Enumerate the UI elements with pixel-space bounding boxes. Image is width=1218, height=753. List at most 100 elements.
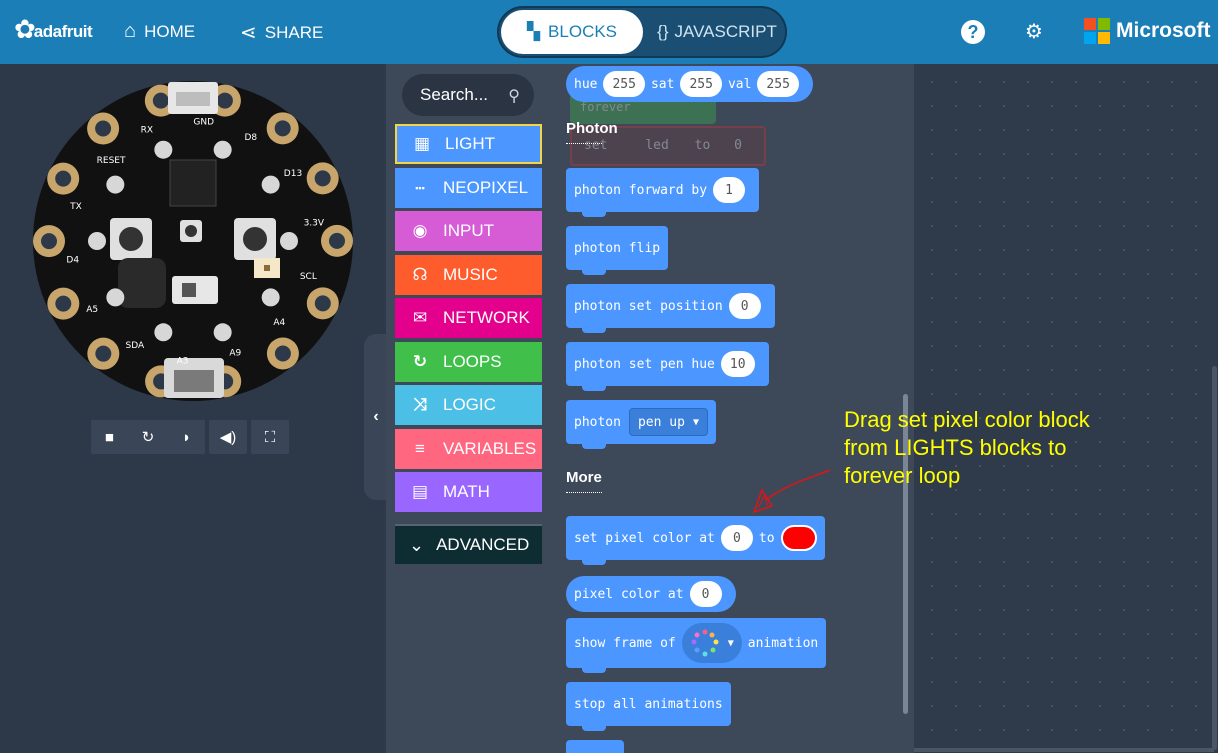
chat-icon: ✉ [412, 308, 428, 327]
toolbox-category-label: MUSIC [443, 264, 498, 284]
tutorial-annotation: Drag set pixel color block from LIGHTS b… [844, 406, 1144, 490]
toolbox-category-label: MATH [443, 482, 490, 501]
hsv-block[interactable]: hue 255 sat 255 val 255 [566, 66, 813, 102]
toolbox-category-neopixel[interactable]: ▪▪▪ NEOPIXEL [395, 167, 542, 208]
toolbox-advanced[interactable]: ⌄ ADVANCED [395, 524, 542, 564]
loop-icon: ↻ [412, 351, 428, 371]
board-pad-hole [152, 92, 169, 109]
collapse-simulator-button[interactable]: ‹ [364, 334, 388, 500]
top-bar: ✿ adafruit ⌂ HOME ⋖ SHARE ▚ BLOCKS {} JA… [0, 0, 1218, 64]
val-value[interactable]: 255 [757, 71, 799, 97]
show-frame-block[interactable]: show frame of ▼ animation [566, 618, 827, 673]
partial-block[interactable] [566, 740, 624, 753]
toolbox-search-input[interactable]: Search... ⚲ [402, 74, 534, 116]
board-pad-hole [55, 295, 72, 312]
blocks-tab-label: BLOCKS [548, 22, 618, 41]
photon-forward-label: photon forward by [574, 182, 708, 198]
toolbox: Search... ⚲ ▦ LIGHT ▪▪▪ NEOPIXEL ◉ INPUT ☊ MUSI… [386, 64, 550, 753]
hue-value[interactable]: 255 [603, 71, 645, 97]
photon-forward-block[interactable]: photon forward by 1 [566, 168, 760, 217]
gear-icon[interactable]: ⚙ [1022, 20, 1046, 44]
neopixel-led [154, 323, 173, 342]
home-button[interactable]: ⌂ HOME [124, 20, 195, 43]
photon-flip-block[interactable]: photon flip [566, 226, 669, 275]
share-label: SHARE [264, 22, 324, 42]
list-icon: ≡ [415, 438, 425, 458]
adafruit-logo[interactable]: ✿ adafruit [14, 16, 93, 42]
board-pad-hole [314, 295, 331, 312]
stop-animations-block[interactable]: stop all animations [566, 682, 731, 731]
pixel-color-at-block[interactable]: pixel color at 0 [566, 576, 736, 612]
mute-icon[interactable]: ◀) [209, 420, 247, 454]
set-pixel-color-block[interactable]: set pixel color at 0 to [566, 516, 825, 565]
home-label: HOME [144, 21, 196, 41]
dropdown-arrow-icon: ▼ [692, 416, 699, 428]
chevron-left-icon: ‹ [373, 408, 379, 425]
grid-icon: ▦ [413, 134, 431, 153]
toolbox-category-label: INPUT [443, 221, 494, 240]
toolbox-category-logic[interactable]: ⤨ LOGIC [395, 385, 542, 425]
toolbox-category-variables[interactable]: ≡ VARIABLES [395, 428, 542, 469]
toolbox-category-loops[interactable]: ↻ LOOPS [395, 341, 542, 382]
sat-label: sat [650, 76, 675, 92]
toolbox-category-label: LIGHT [445, 134, 496, 153]
board-pad-hole [274, 345, 291, 362]
toolbox-category-network[interactable]: ✉ NETWORK [395, 298, 542, 338]
board-pad-hole [274, 120, 291, 137]
sat-value[interactable]: 255 [680, 71, 722, 97]
microsoft-logo[interactable]: Microsoft [1084, 18, 1211, 44]
photon-set-position-block[interactable]: photon set position 0 [566, 284, 775, 333]
pin-label: D8 [244, 133, 257, 143]
annotation-line-2: from LIGHTS blocks to [844, 435, 1067, 460]
blocks-tab[interactable]: ▚ BLOCKS [501, 10, 643, 54]
pixel-color-at-label: pixel color at [574, 586, 684, 602]
photon-set-pen-hue-block[interactable]: photon set pen hue 10 [566, 342, 769, 391]
photon-pen-block[interactable]: photon pen up ▼ [566, 400, 716, 449]
simulator-controls: ■ ↻ ◗ ◀) ⛶ [91, 420, 289, 454]
javascript-tab[interactable]: {} JAVASCRIPT [649, 10, 785, 54]
toolbox-category-label: NETWORK [443, 308, 530, 327]
advanced-label: ADVANCED [436, 535, 530, 554]
share-button[interactable]: ⋖ SHARE [240, 20, 323, 45]
toolbox-category-math[interactable]: ▤ MATH [395, 472, 542, 512]
set-pixel-color-index[interactable]: 0 [720, 525, 753, 551]
debug-icon[interactable]: ◗ [182, 429, 191, 446]
photon-forward-value[interactable]: 1 [713, 177, 746, 203]
animation-dropdown[interactable]: ▼ [681, 623, 742, 663]
stop-icon[interactable]: ■ [105, 429, 114, 446]
workspace-horizontal-scrollbar[interactable] [914, 748, 1214, 752]
toolbox-category-input[interactable]: ◉ INPUT [395, 211, 542, 251]
toolbox-category-label: VARIABLES [443, 438, 537, 458]
neopixel-led [106, 175, 125, 194]
microsoft-label: Microsoft [1116, 19, 1211, 42]
circuit-playground-board[interactable]: GND D8 D13 3.3V SCL A4 A9 A3 SDA A5 D4 TX RESET RX [32, 80, 354, 402]
toolbox-category-music[interactable]: ☊ MUSIC [395, 254, 542, 295]
headphones-icon: ☊ [412, 264, 428, 284]
photon-set-pen-hue-value[interactable]: 10 [720, 351, 755, 377]
calculator-icon: ▤ [411, 482, 429, 501]
photon-set-position-value[interactable]: 0 [728, 293, 761, 319]
annotation-line-3: forever loop [844, 463, 961, 488]
color-swatch[interactable] [780, 525, 817, 551]
restart-icon[interactable]: ↻ [142, 428, 155, 446]
pin-label: SDA [126, 341, 145, 351]
pin-label: RESET [97, 156, 126, 166]
pixel-color-at-value[interactable]: 0 [689, 581, 722, 607]
toolbox-category-label: LOGIC [443, 395, 496, 414]
pin-label: A4 [273, 318, 285, 328]
toolbox-category-light[interactable]: ▦ LIGHT [395, 124, 542, 164]
board-pad-hole [55, 170, 72, 187]
help-icon[interactable]: ? [961, 20, 985, 44]
photon-set-position-label: photon set position [574, 298, 723, 314]
chevron-down-icon: ⌄ [409, 534, 425, 555]
board-pad-hole [314, 170, 331, 187]
ghost-value: 0 [734, 138, 742, 153]
pin-label: A9 [229, 348, 241, 358]
show-frame-label: show frame of [574, 635, 676, 651]
annotation-line-1: Drag set pixel color block [844, 407, 1090, 432]
puzzle-icon: ▚ [526, 22, 541, 41]
toolbox-category-label: NEOPIXEL [443, 177, 529, 197]
workspace-vertical-scrollbar[interactable] [1212, 366, 1217, 750]
pen-mode-dropdown[interactable]: pen up ▼ [628, 408, 708, 436]
fullscreen-icon[interactable]: ⛶ [251, 420, 289, 454]
